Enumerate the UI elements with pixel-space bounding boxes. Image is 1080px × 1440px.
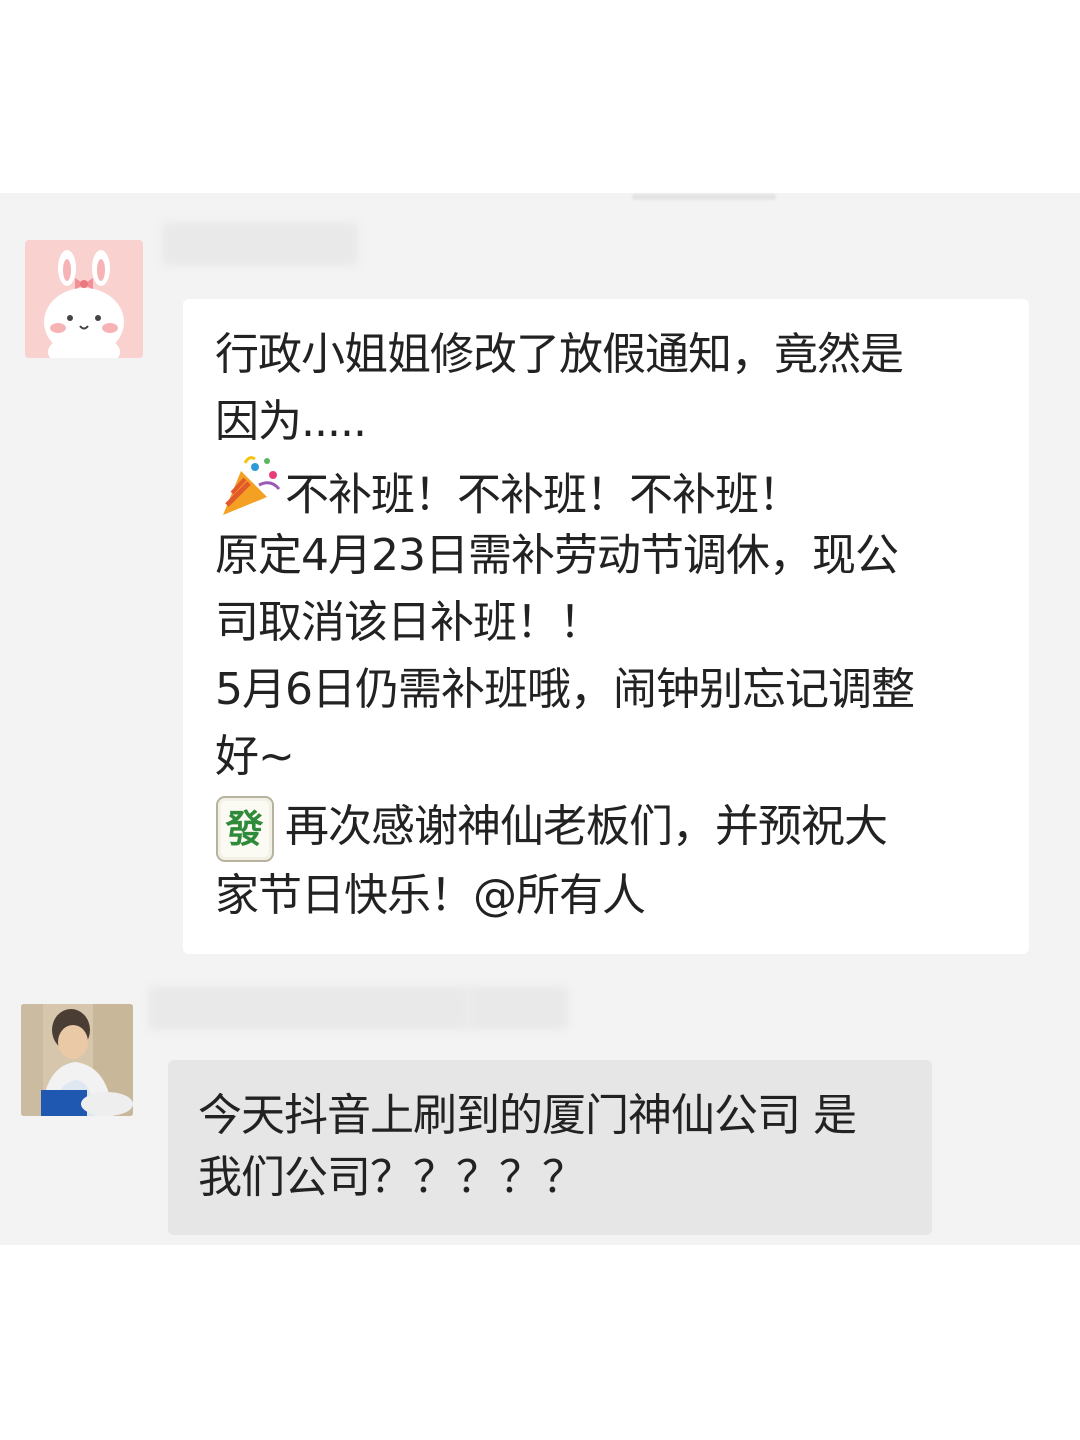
message-line: 原定4月23日需补劳动节调休，现公 <box>215 530 899 581</box>
avatar[interactable] <box>21 1004 133 1116</box>
message-line: 行政小姐姐修改了放假通知，竟然是 <box>215 329 904 380</box>
sender-name-blurred <box>468 986 568 1030</box>
sender-name-blurred <box>148 986 468 1030</box>
message-line: 5月6日仍需补班哦，闹钟别忘记调整 <box>215 664 915 715</box>
message-line: 發 再次感谢神仙老板们，并预祝大 <box>215 793 888 863</box>
message-line: 好~ <box>215 731 295 782</box>
previous-message-edge <box>632 194 776 200</box>
message-text: 再次感谢神仙老板们，并预祝大 <box>285 801 888 852</box>
sender-name-blurred <box>162 222 358 266</box>
message-line: 家节日快乐！@所有人 <box>215 870 646 921</box>
mahjong-fa-glyph: 發 <box>225 806 263 851</box>
message-line: 因为..... <box>215 396 367 447</box>
person-photo-avatar-icon <box>21 1004 133 1116</box>
avatar[interactable] <box>25 240 143 358</box>
mahjong-fa-icon: 發 <box>215 795 277 863</box>
message-line: 我们公司？？？？？ <box>198 1152 586 1203</box>
message-bubble[interactable]: 今天抖音上刷到的厦门神仙公司 是 我们公司？？？？？ <box>168 1060 932 1235</box>
message-line: 司取消该日补班！！ <box>215 597 603 648</box>
message-text: 不补班！不补班！不补班！ <box>285 469 802 521</box>
message-bubble[interactable]: 行政小姐姐修改了放假通知，竟然是 因为..... 不补班！不补班！不补班！ 原定… <box>183 299 1029 954</box>
message-line: 今天抖音上刷到的厦门神仙公司 是 <box>198 1090 857 1141</box>
bunny-avatar-icon <box>25 240 143 358</box>
